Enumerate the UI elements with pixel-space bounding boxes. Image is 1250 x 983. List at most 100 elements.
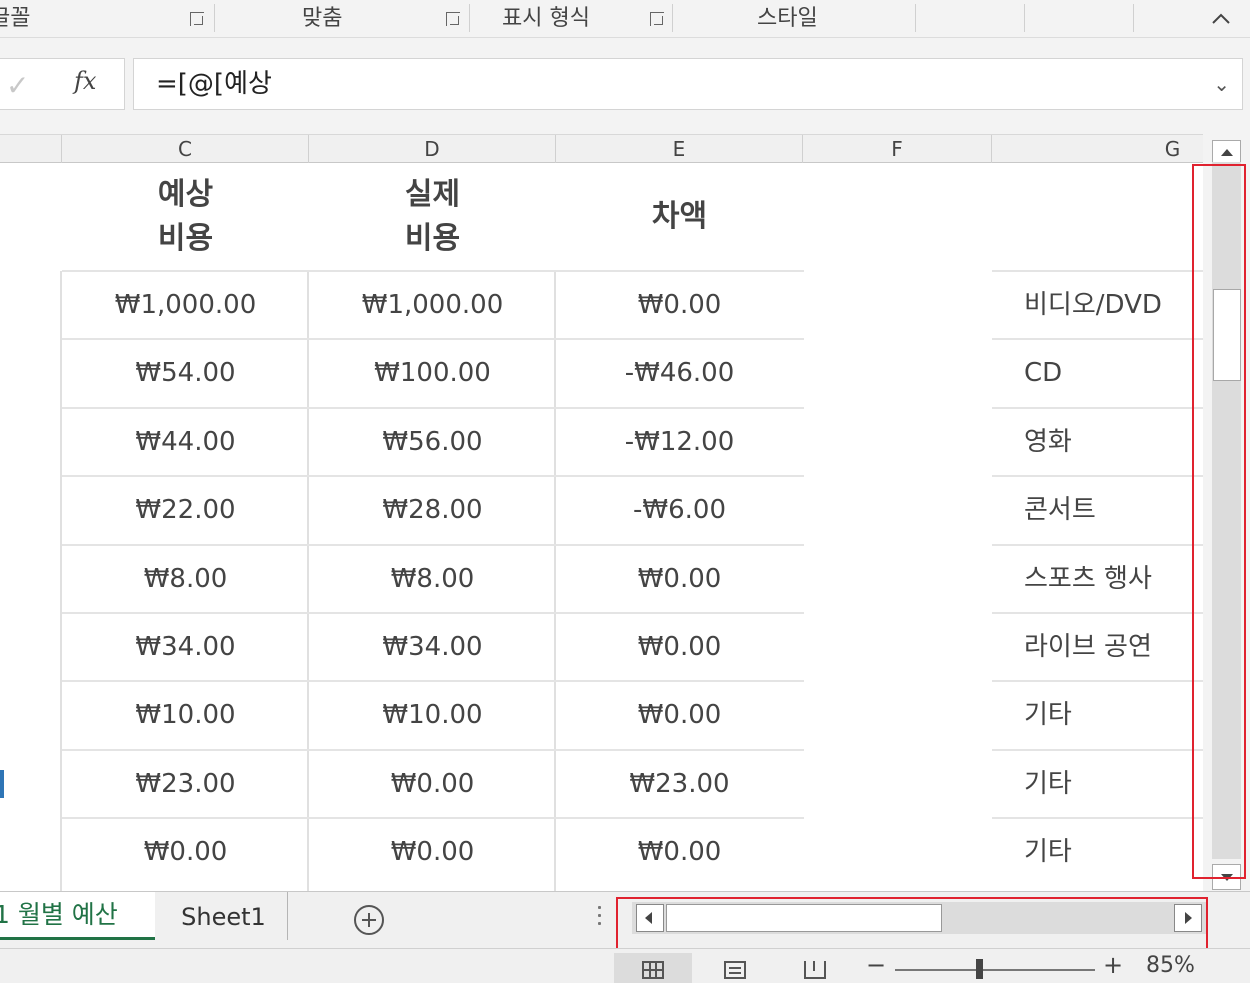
page-break-icon: [804, 961, 826, 979]
cell-difference[interactable]: -₩46.00: [556, 339, 803, 407]
selection-edge-marker: [0, 770, 4, 798]
cell-expected-cost[interactable]: ₩8.00: [62, 545, 309, 613]
cell-difference[interactable]: ₩0.00: [556, 271, 803, 339]
page-layout-icon: [724, 961, 746, 979]
divider: [1133, 4, 1134, 32]
cell-category[interactable]: 영화: [992, 408, 1203, 476]
table-row: ₩8.00 ₩8.00 ₩0.00 스포츠 행사: [0, 544, 1203, 613]
cell-category[interactable]: 비디오/DVD: [992, 271, 1203, 339]
vertical-scroll-thumb[interactable]: [1213, 289, 1241, 381]
cell-category[interactable]: 스포츠 행사: [992, 545, 1203, 613]
cell-expected-cost[interactable]: ₩0.00: [62, 818, 309, 886]
ribbon-group-label: 표시 형식: [502, 6, 590, 31]
dialog-launcher-icon[interactable]: [446, 12, 460, 26]
ribbon-group-label: 스타일: [757, 6, 818, 31]
formula-text: =[@[예상: [156, 69, 272, 99]
cell-actual-cost[interactable]: ₩8.00: [309, 545, 556, 613]
column-header-c[interactable]: C: [62, 135, 309, 163]
cell-category[interactable]: 라이브 공연: [992, 613, 1203, 681]
cell-actual-cost[interactable]: ₩100.00: [309, 339, 556, 407]
cell-difference[interactable]: ₩0.00: [556, 545, 803, 613]
cell-actual-cost[interactable]: ₩28.00: [309, 476, 556, 544]
cell-actual-cost[interactable]: ₩34.00: [309, 613, 556, 681]
divider: [915, 4, 916, 32]
cell-category[interactable]: 콘서트: [992, 476, 1203, 544]
table-row: ₩1,000.00 ₩1,000.00 ₩0.00 비디오/DVD: [0, 270, 1203, 339]
normal-view-icon: [642, 961, 664, 979]
cell-category[interactable]: 기타: [992, 750, 1203, 818]
horizontal-scrollbar[interactable]: [632, 902, 1206, 934]
header-actual-cost[interactable]: 실제 비용: [309, 163, 556, 271]
table-row: ₩0.00 ₩0.00 ₩0.00 기타: [0, 817, 1203, 886]
zoom-out-button[interactable]: −: [866, 951, 886, 979]
cell-expected-cost[interactable]: ₩22.00: [62, 476, 309, 544]
cell-difference[interactable]: ₩23.00: [556, 750, 803, 818]
formula-input[interactable]: =[@[예상 ⌄: [133, 58, 1243, 110]
expand-formula-icon[interactable]: ⌄: [1213, 59, 1230, 109]
scroll-left-arrow-icon[interactable]: [636, 904, 664, 932]
page-break-view-button[interactable]: [776, 953, 854, 983]
cell-actual-cost[interactable]: ₩0.00: [309, 818, 556, 886]
normal-view-button[interactable]: [614, 953, 692, 983]
column-header-b[interactable]: [0, 135, 62, 163]
zoom-level[interactable]: 85%: [1146, 953, 1195, 978]
column-header-f[interactable]: F: [803, 135, 992, 163]
ribbon-group-label: 글꼴: [0, 6, 31, 31]
cell-expected-cost[interactable]: ₩54.00: [62, 339, 309, 407]
cell-actual-cost[interactable]: ₩0.00: [309, 750, 556, 818]
cell-actual-cost[interactable]: ₩56.00: [309, 408, 556, 476]
vertical-scroll-track[interactable]: [1212, 162, 1241, 859]
header-expected-cost[interactable]: 예상 비용: [62, 163, 309, 271]
cell-expected-cost[interactable]: ₩23.00: [62, 750, 309, 818]
cell-difference[interactable]: ₩0.00: [556, 818, 803, 886]
cell-expected-cost[interactable]: ₩10.00: [62, 681, 309, 749]
sheet-tab-monthly-budget[interactable]: 1 월별 예산: [0, 892, 155, 940]
table-row: ₩10.00 ₩10.00 ₩0.00 기타: [0, 680, 1203, 749]
cell-difference[interactable]: -₩12.00: [556, 408, 803, 476]
sheet-tab-bar: 1 월별 예산 Sheet1: [0, 891, 1250, 948]
column-header-e[interactable]: E: [556, 135, 803, 163]
table-row: ₩54.00 ₩100.00 -₩46.00 CD: [0, 338, 1203, 407]
vertical-scrollbar[interactable]: [1203, 134, 1250, 891]
cell-actual-cost[interactable]: ₩10.00: [309, 681, 556, 749]
ribbon-group-label: 맞춤: [302, 6, 343, 31]
cell-category[interactable]: 기타: [992, 818, 1203, 886]
sheet-tab-sheet1[interactable]: Sheet1: [160, 892, 288, 940]
page-layout-view-button[interactable]: [696, 953, 774, 983]
dialog-launcher-icon[interactable]: [650, 12, 664, 26]
check-icon[interactable]: ✓: [6, 69, 29, 102]
worksheet-grid[interactable]: 예상 비용 실제 비용 차액 ₩1,000.00 ₩1,000.00 ₩0.00 비디…: [0, 163, 1203, 891]
header-difference[interactable]: 차액: [556, 163, 803, 271]
column-header-d[interactable]: D: [309, 135, 556, 163]
table-row: ₩23.00 ₩0.00 ₩23.00 기타: [0, 749, 1203, 818]
cell-category[interactable]: 기타: [992, 681, 1203, 749]
ribbon-group-alignment: 맞춤: [215, 0, 469, 37]
divider: [1024, 4, 1025, 32]
cell-difference[interactable]: ₩0.00: [556, 613, 803, 681]
tab-split-handle[interactable]: [598, 906, 602, 930]
zoom-in-button[interactable]: +: [1103, 951, 1123, 979]
column-header-bar: C D E F G: [0, 134, 1203, 163]
cell-expected-cost[interactable]: ₩1,000.00: [62, 271, 309, 339]
ribbon-group-labels: 글꼴 맞춤 표시 형식 스타일: [0, 0, 1250, 38]
cell-expected-cost[interactable]: ₩44.00: [62, 408, 309, 476]
scroll-right-arrow-icon[interactable]: [1174, 904, 1202, 932]
zoom-slider-handle[interactable]: [976, 959, 983, 979]
cell-actual-cost[interactable]: ₩1,000.00: [309, 271, 556, 339]
dialog-launcher-icon[interactable]: [190, 12, 204, 26]
ribbon-group-styles: 스타일: [673, 0, 915, 37]
cell-difference[interactable]: ₩0.00: [556, 681, 803, 749]
cell-difference[interactable]: -₩6.00: [556, 476, 803, 544]
scroll-down-arrow-icon[interactable]: [1212, 864, 1241, 890]
horizontal-scroll-thumb[interactable]: [666, 904, 942, 932]
ribbon-group-font: 글꼴: [0, 0, 214, 37]
cell-category[interactable]: CD: [992, 339, 1203, 407]
add-sheet-icon[interactable]: [354, 905, 384, 935]
table-row: ₩22.00 ₩28.00 -₩6.00 콘서트: [0, 475, 1203, 544]
zoom-slider[interactable]: [895, 969, 1095, 971]
cell-expected-cost[interactable]: ₩34.00: [62, 613, 309, 681]
fx-icon[interactable]: fx: [74, 67, 96, 95]
column-header-g[interactable]: G: [992, 135, 1203, 163]
collapse-ribbon-icon[interactable]: [1210, 8, 1232, 30]
table-row: ₩34.00 ₩34.00 ₩0.00 라이브 공연: [0, 612, 1203, 681]
